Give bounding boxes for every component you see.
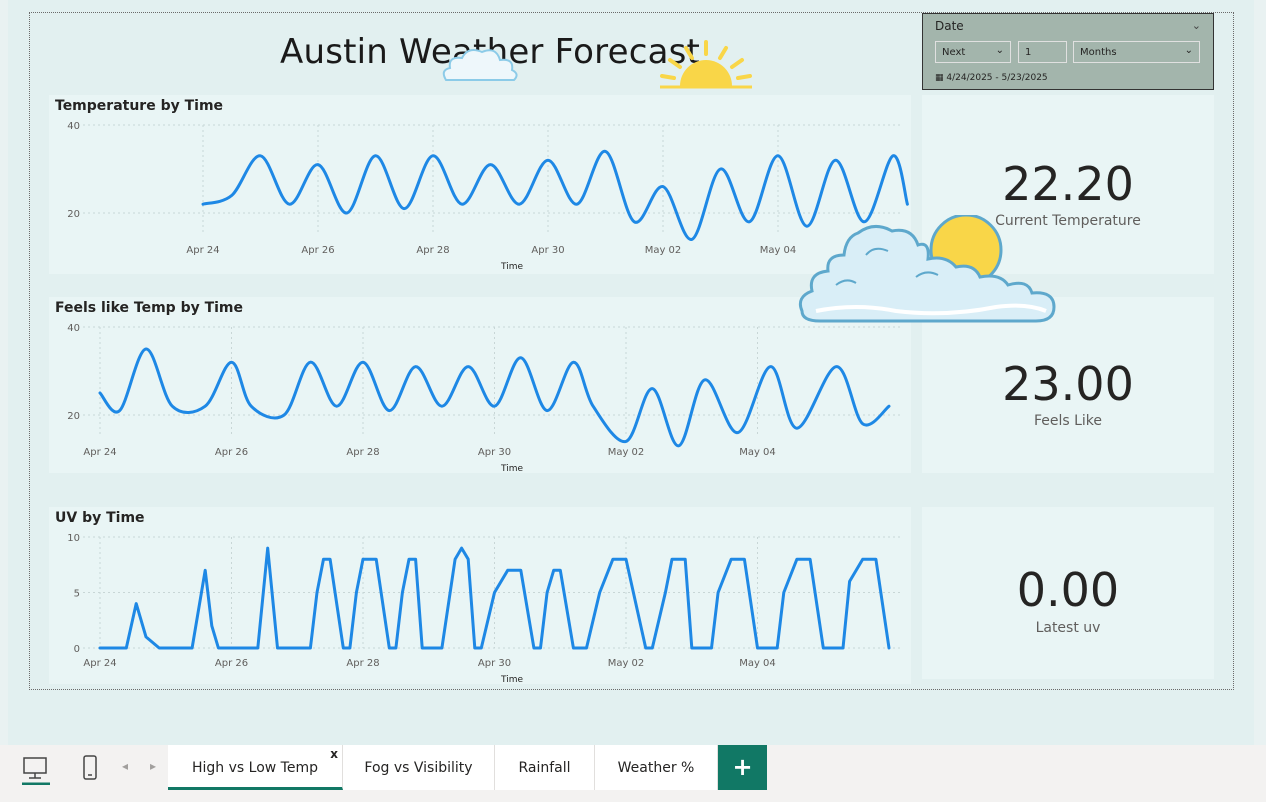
desktop-view-icon[interactable]	[20, 753, 52, 785]
slicer-title: Date	[935, 19, 964, 33]
card-value: 0.00	[1016, 563, 1120, 617]
y-tick-label: 5	[74, 589, 80, 600]
chevron-down-icon: ⌄	[1184, 45, 1193, 56]
card-label: Feels Like	[1033, 413, 1103, 429]
calendar-icon: ▦	[935, 73, 944, 83]
x-tick-label: Apr 30	[478, 447, 511, 458]
x-tick-label: Apr 24	[83, 658, 116, 669]
chart-title: UV by Time	[55, 510, 145, 526]
cloud-icon	[442, 49, 518, 81]
slicer-mode-value: Next	[942, 47, 966, 58]
x-tick-label: Apr 30	[531, 245, 564, 256]
temperature-line-chart[interactable]: 20 40 Apr 24 Apr 26 Apr 28 Apr 30 May 02 May 04…	[49, 95, 911, 274]
x-tick-label: Apr 28	[346, 658, 379, 669]
slicer-mode-dropdown[interactable]: Next ⌄	[935, 41, 1011, 63]
card-label: Latest uv	[1035, 620, 1101, 636]
chevron-right-icon[interactable]: ▸	[150, 759, 156, 773]
slicer-count-value: 1	[1025, 47, 1032, 58]
tab-rainfall[interactable]: Rainfall	[495, 745, 595, 790]
uv-chart[interactable]: UV by Time 0 5 10 Apr 24 Apr 26 Apr 28 Apr 30 M…	[49, 507, 911, 685]
y-tick-label: 20	[67, 411, 80, 422]
slicer-date-range: ▦ 4/24/2025 - 5/23/2025	[935, 73, 1048, 83]
chevron-left-icon[interactable]: ◂	[122, 759, 128, 773]
x-tick-label: Apr 24	[186, 245, 219, 256]
feels-like-line-chart[interactable]: 20 40 Apr 24 Apr 26 Apr 28 Apr 30 May 02 May 04…	[49, 297, 911, 474]
chevron-down-icon: ⌄	[995, 45, 1004, 56]
x-axis-label: Time	[500, 464, 523, 473]
sun-cloud-icon	[798, 215, 1056, 323]
x-tick-label: Apr 28	[416, 245, 449, 256]
x-tick-label: Apr 26	[215, 658, 248, 669]
tab-label: Rainfall	[518, 760, 571, 776]
slicer-unit-value: Months	[1080, 47, 1117, 58]
x-axis-label: Time	[500, 675, 523, 684]
tab-high-vs-low-temp[interactable]: High vs Low Temp x	[168, 745, 343, 790]
uv-line-chart[interactable]: 0 5 10 Apr 24 Apr 26 Apr 28 Apr 30 May 02 May 04…	[49, 507, 911, 685]
feels-like-chart[interactable]: Feels like Temp by Time 20 40 Apr 24 Apr 26…	[49, 297, 911, 474]
add-page-button[interactable]: +	[718, 745, 767, 790]
x-tick-label: May 02	[608, 447, 645, 458]
slicer-count-input[interactable]: 1	[1018, 41, 1067, 63]
x-tick-label: Apr 26	[215, 447, 248, 458]
tab-weather-percent[interactable]: Weather %	[595, 745, 718, 790]
x-tick-label: May 02	[608, 658, 645, 669]
y-tick-label: 40	[67, 323, 80, 334]
tab-label: High vs Low Temp	[192, 760, 318, 776]
y-tick-label: 10	[67, 533, 80, 544]
x-tick-label: Apr 28	[346, 447, 379, 458]
y-tick-label: 0	[74, 644, 80, 655]
x-tick-label: Apr 30	[478, 658, 511, 669]
x-tick-label: Apr 24	[83, 447, 116, 458]
tab-fog-vs-visibility[interactable]: Fog vs Visibility	[343, 745, 495, 790]
x-axis-label: Time	[500, 262, 523, 272]
card-value: 23.00	[1002, 357, 1134, 411]
slicer-range-text: 4/24/2025 - 5/23/2025	[946, 73, 1048, 83]
x-tick-label: May 02	[645, 245, 682, 256]
y-tick-label: 20	[67, 209, 80, 220]
page-tab-bar: ◂ ▸ High vs Low Temp x Fog vs Visibility…	[0, 745, 1266, 802]
x-tick-label: May 04	[739, 658, 776, 669]
chart-title: Feels like Temp by Time	[55, 300, 244, 316]
chevron-down-icon[interactable]: ⌄	[1192, 19, 1201, 32]
date-slicer[interactable]: Date ⌄ Next ⌄ 1 Months ⌄ ▦ 4/24/2025 - 5…	[922, 13, 1214, 90]
tab-label: Fog vs Visibility	[364, 760, 473, 776]
chart-title: Temperature by Time	[55, 98, 224, 114]
x-tick-label: May 04	[739, 447, 776, 458]
x-tick-label: May 04	[760, 245, 797, 256]
tab-label: Weather %	[617, 760, 695, 776]
temperature-chart[interactable]: Temperature by Time 20 40 Apr 24 Apr 26 Apr …	[49, 95, 911, 274]
slicer-unit-dropdown[interactable]: Months ⌄	[1073, 41, 1200, 63]
latest-uv-card: 0.00 Latest uv	[922, 507, 1214, 679]
mobile-view-icon[interactable]	[80, 753, 100, 785]
card-value: 22.20	[1002, 157, 1134, 211]
y-tick-label: 40	[67, 121, 80, 132]
sun-icon	[660, 40, 752, 89]
close-icon[interactable]: x	[330, 731, 338, 777]
x-tick-label: Apr 26	[301, 245, 334, 256]
